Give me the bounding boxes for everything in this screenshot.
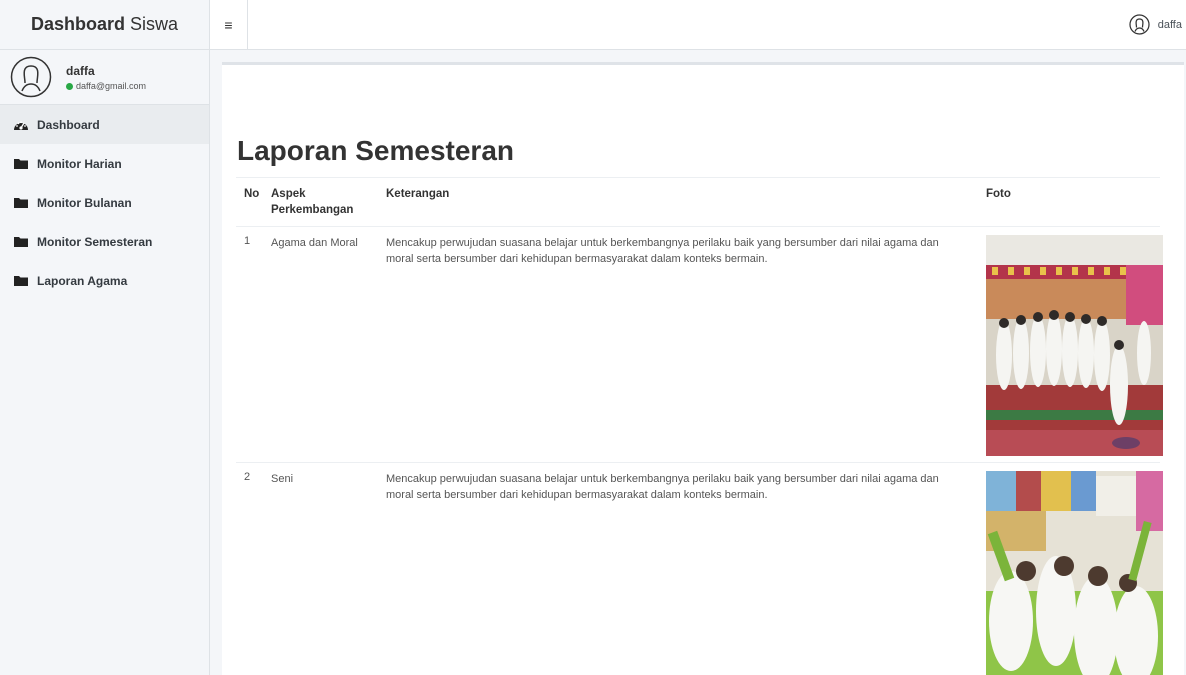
report-table: No Aspek Perkembangan Keterangan Foto 1 … <box>236 177 1163 675</box>
cell-aspek: Seni <box>271 473 294 485</box>
header-aspek: Aspek Perkembangan <box>271 188 354 216</box>
cell-keterangan: Mencakup perwujudan suasana belajar untu… <box>386 237 939 265</box>
sidebar-item-label: Monitor Harian <box>37 156 122 171</box>
user-menu[interactable]: daffa <box>1129 14 1182 35</box>
table-row: 1 Agama dan Moral Mencakup perwujudan su… <box>236 227 1163 463</box>
folder-icon <box>14 197 28 208</box>
cell-foto <box>986 471 1163 675</box>
folder-icon <box>14 236 28 247</box>
folder-icon <box>14 158 28 169</box>
header-no: No <box>244 188 260 200</box>
online-status-icon <box>66 82 73 90</box>
sidebar-item-monitor-harian[interactable]: Monitor Harian <box>0 144 209 183</box>
menu-toggle-button[interactable]: ≡ <box>210 0 248 49</box>
sidebar-item-monitor-bulanan[interactable]: Monitor Bulanan <box>0 183 209 222</box>
header-keterangan: Keterangan <box>386 188 450 200</box>
brand-light: Siswa <box>130 14 179 34</box>
sidebar-item-laporan-agama[interactable]: Laporan Agama <box>0 261 209 300</box>
brand-logo[interactable]: Dashboard Siswa <box>0 0 209 50</box>
sidebar-item-label: Monitor Semesteran <box>37 234 153 249</box>
user-panel[interactable]: daffa daffa@gmail.com <box>0 50 209 105</box>
cell-keterangan: Mencakup perwujudan suasana belajar untu… <box>386 473 939 501</box>
art-class-photo <box>986 471 1163 675</box>
user-status: daffa@gmail.com <box>66 81 146 91</box>
cell-no: 2 <box>244 471 251 483</box>
sidebar-item-dashboard[interactable]: Dashboard <box>0 105 209 144</box>
user-email: daffa@gmail.com <box>76 81 147 91</box>
table-header: No Aspek Perkembangan Keterangan Foto <box>236 177 1160 227</box>
folder-icon <box>14 275 28 286</box>
hamburger-icon: ≡ <box>224 16 233 33</box>
sidebar-item-monitor-semesteran[interactable]: Monitor Semesteran <box>0 222 209 261</box>
table-row: 2 Seni Mencakup perwujudan suasana belaj… <box>236 463 1163 675</box>
dashboard-icon <box>14 120 28 130</box>
top-navbar: ≡ daffa <box>210 0 1186 50</box>
prayer-class-photo <box>986 235 1163 456</box>
brand-bold: Dashboard <box>30 14 125 34</box>
sidebar-item-label: Dashboard <box>37 117 100 132</box>
header-foto: Foto <box>986 188 1011 200</box>
top-username: daffa <box>1157 18 1182 31</box>
sidebar-item-label: Laporan Agama <box>37 273 128 288</box>
sidebar-item-label: Monitor Bulanan <box>37 195 132 210</box>
user-avatar-icon <box>10 56 52 98</box>
cell-foto <box>986 235 1163 462</box>
page-title: Laporan Semesteran <box>237 135 514 166</box>
sidebar: Dashboard Siswa daffa daffa@gmail.com Da… <box>0 0 210 675</box>
cell-aspek: Agama dan Moral <box>271 237 358 249</box>
content-card: Laporan Semesteran No Aspek Perkembangan… <box>222 62 1184 675</box>
user-avatar-icon <box>1129 14 1150 35</box>
user-name: daffa <box>66 64 95 78</box>
cell-no: 1 <box>244 235 251 247</box>
